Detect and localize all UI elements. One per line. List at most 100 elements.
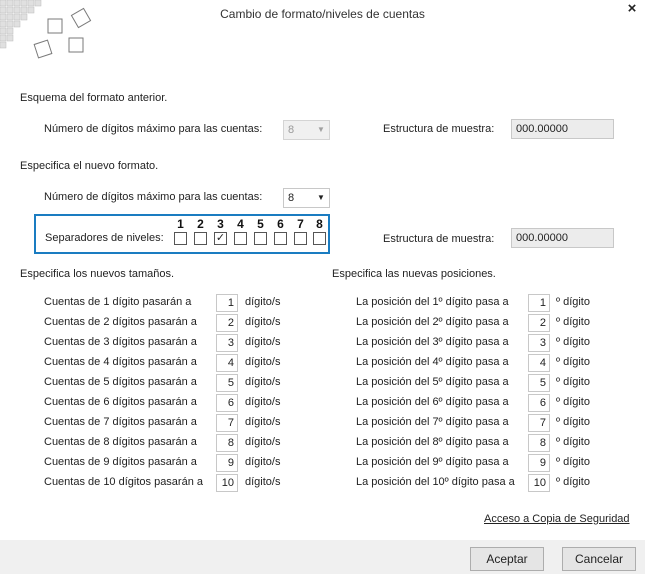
- old-format-heading: Esquema del formato anterior.: [20, 92, 168, 104]
- level-separator-checkbox[interactable]: [313, 232, 326, 245]
- size-unit-label: dígito/s: [245, 376, 281, 388]
- position-row-label: La posición del 4º dígito pasa a: [356, 356, 509, 368]
- button-bar: [0, 540, 645, 574]
- close-icon[interactable]: ×: [624, 1, 640, 18]
- new-sample-label: Estructura de muestra:: [383, 233, 495, 245]
- level-number: 8: [316, 217, 323, 231]
- level-separator-checkbox[interactable]: ✓: [214, 232, 227, 245]
- size-row-label: Cuentas de 1 dígito pasarán a: [44, 296, 192, 308]
- position-row-label: La posición del 8º dígito pasa a: [356, 436, 509, 448]
- position-input[interactable]: 9: [528, 454, 550, 472]
- level-number: 2: [197, 217, 204, 231]
- new-digits-label: Número de dígitos máximo para las cuenta…: [44, 191, 263, 203]
- position-input[interactable]: 7: [528, 414, 550, 432]
- size-unit-label: dígito/s: [245, 456, 281, 468]
- position-row-label: La posición del 5º dígito pasa a: [356, 376, 509, 388]
- size-input[interactable]: 8: [216, 434, 238, 452]
- size-input[interactable]: 3: [216, 334, 238, 352]
- size-unit-label: dígito/s: [245, 336, 281, 348]
- size-unit-label: dígito/s: [245, 416, 281, 428]
- old-digits-select: 8 ▼: [283, 120, 330, 140]
- level-number: 6: [277, 217, 284, 231]
- new-format-heading: Especifica el nuevo formato.: [20, 160, 159, 172]
- position-input[interactable]: 6: [528, 394, 550, 412]
- position-input[interactable]: 1: [528, 294, 550, 312]
- level-separator-checkbox[interactable]: [234, 232, 247, 245]
- level-separator-checkbox[interactable]: [274, 232, 287, 245]
- positions-heading: Especifica las nuevas posiciones.: [332, 268, 496, 280]
- check-icon: ✓: [215, 232, 226, 244]
- old-sample-label: Estructura de muestra:: [383, 123, 495, 135]
- chevron-down-icon[interactable]: ▼: [313, 189, 329, 207]
- position-unit-label: º dígito: [556, 296, 590, 308]
- size-unit-label: dígito/s: [245, 396, 281, 408]
- position-unit-label: º dígito: [556, 416, 590, 428]
- position-row-label: La posición del 10º dígito pasa a: [356, 476, 515, 488]
- position-input[interactable]: 8: [528, 434, 550, 452]
- size-input[interactable]: 5: [216, 374, 238, 392]
- size-input[interactable]: 7: [216, 414, 238, 432]
- level-separator-checkbox[interactable]: [194, 232, 207, 245]
- position-row-label: La posición del 1º dígito pasa a: [356, 296, 509, 308]
- position-unit-label: º dígito: [556, 456, 590, 468]
- position-unit-label: º dígito: [556, 436, 590, 448]
- backup-link[interactable]: Acceso a Copia de Seguridad: [484, 513, 630, 525]
- size-unit-label: dígito/s: [245, 316, 281, 328]
- position-row-label: La posición del 6º dígito pasa a: [356, 396, 509, 408]
- new-digits-select[interactable]: 8 ▼: [283, 188, 330, 208]
- position-row-label: La posición del 2º dígito pasa a: [356, 316, 509, 328]
- position-input[interactable]: 4: [528, 354, 550, 372]
- level-number: 7: [297, 217, 304, 231]
- old-sample-field: 000.00000: [511, 119, 614, 139]
- level-number: 5: [257, 217, 264, 231]
- level-number: 3: [217, 217, 224, 231]
- size-unit-label: dígito/s: [245, 296, 281, 308]
- position-row-label: La posición del 9º dígito pasa a: [356, 456, 509, 468]
- size-row-label: Cuentas de 9 dígitos pasarán a: [44, 456, 197, 468]
- size-row-label: Cuentas de 3 dígitos pasarán a: [44, 336, 197, 348]
- accept-button[interactable]: Aceptar: [470, 547, 544, 571]
- level-number: 4: [237, 217, 244, 231]
- old-digits-label: Número de dígitos máximo para las cuenta…: [44, 123, 263, 135]
- chevron-down-icon: ▼: [317, 125, 325, 134]
- size-unit-label: dígito/s: [245, 436, 281, 448]
- position-unit-label: º dígito: [556, 336, 590, 348]
- size-input[interactable]: 10: [216, 474, 238, 492]
- position-unit-label: º dígito: [556, 356, 590, 368]
- old-digits-value: 8: [288, 124, 295, 136]
- size-input[interactable]: 9: [216, 454, 238, 472]
- new-sample-field: 000.00000: [511, 228, 614, 248]
- size-row-label: Cuentas de 6 dígitos pasarán a: [44, 396, 197, 408]
- position-input[interactable]: 3: [528, 334, 550, 352]
- position-input[interactable]: 5: [528, 374, 550, 392]
- size-row-label: Cuentas de 10 dígitos pasarán a: [44, 476, 204, 488]
- level-separator-checkbox[interactable]: [254, 232, 267, 245]
- level-separator-checkbox[interactable]: [294, 232, 307, 245]
- position-input[interactable]: 2: [528, 314, 550, 332]
- sizes-heading: Especifica los nuevos tamaños.: [20, 268, 175, 280]
- position-unit-label: º dígito: [556, 396, 590, 408]
- size-row-label: Cuentas de 4 dígitos pasarán a: [44, 356, 197, 368]
- position-input[interactable]: 10: [528, 474, 550, 492]
- size-input[interactable]: 4: [216, 354, 238, 372]
- position-row-label: La posición del 3º dígito pasa a: [356, 336, 509, 348]
- size-unit-label: dígito/s: [245, 356, 281, 368]
- size-row-label: Cuentas de 8 dígitos pasarán a: [44, 436, 197, 448]
- level-number: 1: [177, 217, 184, 231]
- size-row-label: Cuentas de 5 dígitos pasarán a: [44, 376, 197, 388]
- position-unit-label: º dígito: [556, 476, 590, 488]
- cancel-button[interactable]: Cancelar: [562, 547, 636, 571]
- size-row-label: Cuentas de 7 dígitos pasarán a: [44, 416, 197, 428]
- size-input[interactable]: 2: [216, 314, 238, 332]
- size-row-label: Cuentas de 2 dígitos pasarán a: [44, 316, 197, 328]
- position-row-label: La posición del 7º dígito pasa a: [356, 416, 509, 428]
- separators-label: Separadores de niveles:: [45, 232, 164, 244]
- window-title: Cambio de formato/niveles de cuentas: [220, 7, 425, 21]
- new-digits-value: 8: [288, 192, 295, 204]
- size-input[interactable]: 1: [216, 294, 238, 312]
- position-unit-label: º dígito: [556, 316, 590, 328]
- level-separator-checkbox[interactable]: [174, 232, 187, 245]
- size-unit-label: dígito/s: [245, 476, 281, 488]
- position-unit-label: º dígito: [556, 376, 590, 388]
- size-input[interactable]: 6: [216, 394, 238, 412]
